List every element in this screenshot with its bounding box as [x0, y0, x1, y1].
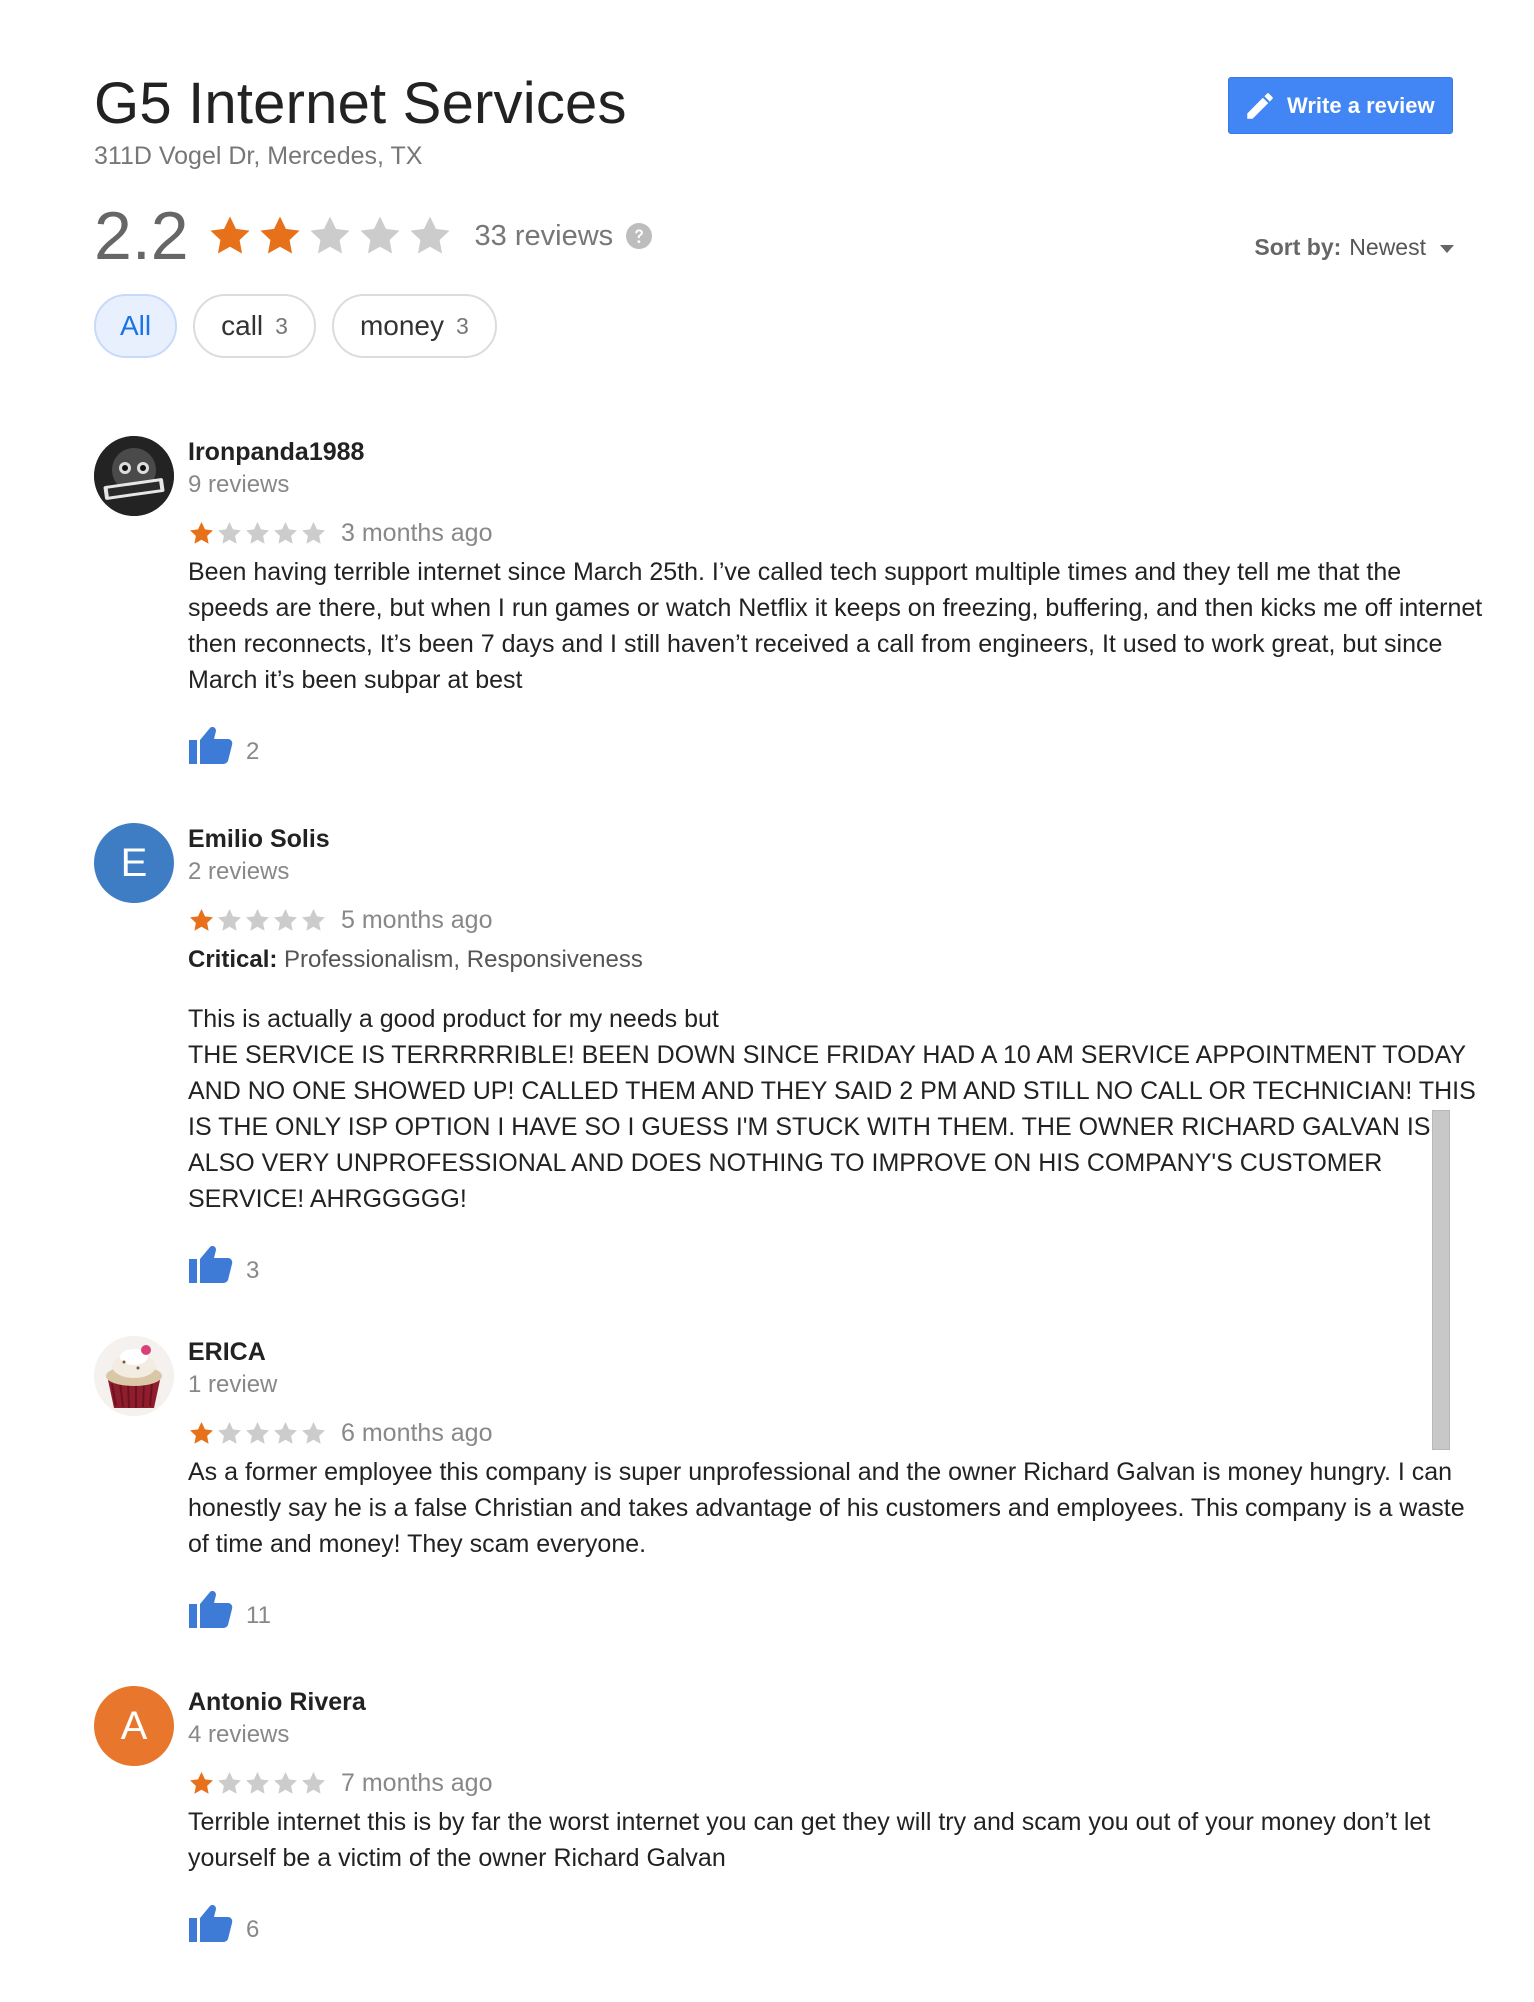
filter-chip-all[interactable]: All [94, 294, 178, 358]
total-reviews-link[interactable]: 33 reviews [475, 220, 614, 253]
rating-stars [207, 213, 453, 259]
like-count: 6 [246, 1915, 260, 1943]
star-filled-icon [190, 1771, 213, 1794]
scrollbar-thumb[interactable] [1432, 1110, 1450, 1450]
star-empty-icon [274, 521, 297, 544]
review-time: 3 months ago [341, 518, 493, 547]
star-empty-icon [246, 908, 269, 931]
help-icon[interactable] [625, 222, 653, 250]
star-empty-icon [302, 1771, 325, 1794]
star-empty-icon [218, 1771, 241, 1794]
review-body: ERICA 1 review 6 months ago As a former … [188, 1336, 1488, 1635]
review-time: 5 months ago [341, 905, 493, 934]
star-filled-icon [209, 216, 250, 254]
star-filled-icon [190, 521, 213, 544]
review-text: Been having terrible internet since Marc… [188, 558, 1483, 694]
star-empty-icon [309, 216, 350, 254]
review-text: As a former employee this company is sup… [188, 1458, 1465, 1558]
reviewer-name[interactable]: Emilio Solis [188, 823, 1488, 855]
critical-aspects: Critical: Professionalism, Responsivenes… [188, 943, 1488, 977]
star-empty-icon [218, 1421, 241, 1444]
like-count: 11 [246, 1601, 271, 1629]
filter-chip-money[interactable]: money 3 [331, 294, 497, 358]
thumbs-up-icon [188, 1243, 234, 1290]
filter-chips: All call 3 money 3 [94, 294, 497, 358]
review-body: Emilio Solis 2 reviews 5 months ago Crit… [188, 823, 1488, 1290]
review-body: Antonio Rivera 4 reviews 7 months ago Te… [188, 1686, 1488, 1949]
review-time: 7 months ago [341, 1768, 493, 1797]
review-time: 6 months ago [341, 1418, 493, 1447]
review-meta: 7 months ago [188, 1766, 1488, 1800]
reviewer-name[interactable]: Ironpanda1988 [188, 436, 1488, 468]
chevron-down-icon [1440, 245, 1454, 253]
review-meta: 3 months ago [188, 516, 1488, 550]
sort-label: Sort by: [1254, 234, 1342, 260]
reviewer-name[interactable]: Antonio Rivera [188, 1686, 1488, 1718]
star-empty-icon [274, 908, 297, 931]
star-filled-icon [190, 1421, 213, 1444]
review-text: Terrible internet this is by far the wor… [188, 1808, 1431, 1872]
critical-label: Critical: [188, 946, 278, 973]
star-empty-icon [246, 521, 269, 544]
star-empty-icon [409, 216, 450, 254]
reviewer-name[interactable]: ERICA [188, 1336, 1488, 1368]
business-title: G5 Internet Services [94, 71, 627, 136]
rating-summary: 2.2 33 reviews [94, 196, 653, 276]
star-empty-icon [302, 1421, 325, 1444]
star-filled-icon [259, 216, 300, 254]
pencil-icon [1243, 89, 1277, 123]
chip-label: money [359, 310, 444, 341]
sort-dropdown[interactable]: Sort by: Newest [1254, 234, 1454, 261]
like-button[interactable]: 6 [188, 1902, 1488, 1949]
panda-logo-avatar[interactable] [94, 436, 174, 516]
review-body: Ironpanda1988 9 reviews 3 months ago Bee… [188, 436, 1488, 771]
chip-count: 3 [455, 312, 469, 339]
like-count: 3 [246, 1256, 260, 1284]
sort-value: Newest [1349, 234, 1426, 260]
star-empty-icon [218, 908, 241, 931]
star-empty-icon [359, 216, 400, 254]
business-address: 311D Vogel Dr, Mercedes, TX [94, 142, 423, 170]
critical-values: Professionalism, Responsiveness [284, 946, 643, 973]
star-empty-icon [302, 908, 325, 931]
star-empty-icon [218, 521, 241, 544]
review-meta: 5 months ago [188, 903, 1488, 937]
review-stars [188, 1770, 327, 1797]
reviews-page: G5 Internet Services 311D Vogel Dr, Merc… [0, 0, 1534, 2002]
rating-value: 2.2 [94, 198, 189, 274]
write-review-label: Write a review [1287, 92, 1435, 118]
cupcake-avatar[interactable] [94, 1336, 174, 1416]
review-stars [188, 520, 327, 547]
letter-avatar[interactable]: A [94, 1686, 174, 1766]
star-empty-icon [274, 1771, 297, 1794]
review-text: This is actually a good product for my n… [188, 1005, 1476, 1213]
chip-count: 3 [275, 312, 288, 339]
star-empty-icon [302, 521, 325, 544]
review-meta: 6 months ago [188, 1416, 1488, 1450]
like-button[interactable]: 2 [188, 724, 1488, 771]
avatar-letter: A [120, 1703, 148, 1748]
chip-label: call [221, 310, 264, 341]
thumbs-up-icon [188, 1588, 234, 1635]
star-empty-icon [246, 1421, 269, 1444]
reviewer-review-count: 4 reviews [188, 1721, 290, 1748]
star-empty-icon [246, 1771, 269, 1794]
thumbs-up-icon [188, 724, 234, 771]
reviewer-review-count: 9 reviews [188, 471, 290, 498]
avatar-letter: E [120, 840, 148, 885]
write-review-button[interactable]: Write a review [1228, 77, 1453, 134]
like-count: 2 [246, 737, 260, 765]
reviewer-review-count: 2 reviews [188, 858, 290, 885]
letter-avatar[interactable]: E [94, 823, 174, 903]
filter-chip-call[interactable]: call 3 [193, 294, 316, 358]
star-empty-icon [274, 1421, 297, 1444]
review-stars [188, 907, 327, 934]
reviewer-review-count: 1 review [188, 1371, 278, 1398]
like-button[interactable]: 3 [188, 1243, 1488, 1290]
chip-label: All [120, 310, 152, 341]
like-button[interactable]: 11 [188, 1588, 1488, 1635]
review-stars [188, 1420, 327, 1447]
thumbs-up-icon [188, 1902, 234, 1949]
star-filled-icon [190, 908, 213, 931]
